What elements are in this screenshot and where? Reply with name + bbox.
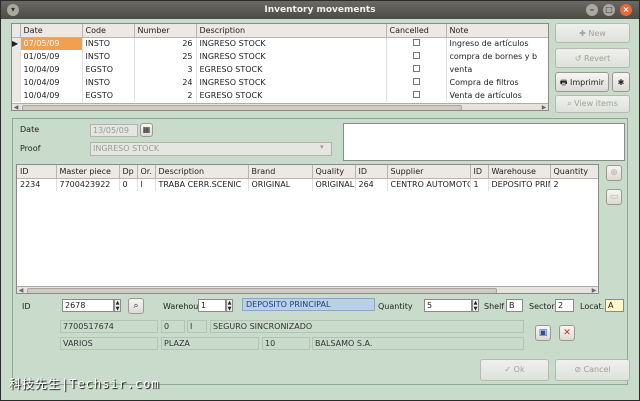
table-row[interactable]: 01/05/09 INSTO 25 INGRESO STOCK compra d… (12, 50, 548, 63)
id-label: ID (22, 302, 31, 311)
col-cancelled[interactable]: Cancelled (386, 24, 447, 38)
table-row[interactable]: 10/04/09 EGSTO 3 EGRESO STOCK venta (12, 63, 548, 76)
close-icon[interactable]: × (620, 4, 632, 16)
cancelled-checkbox[interactable] (412, 78, 420, 85)
col-code[interactable]: Code (82, 24, 135, 38)
note-textarea[interactable] (343, 123, 625, 161)
shelf-field[interactable]: B (506, 299, 523, 312)
quantity-field[interactable]: 5 (424, 299, 472, 312)
cancelled-checkbox[interactable] (412, 52, 420, 59)
date-label: Date (20, 125, 40, 134)
supplier-id-value: 10 (262, 337, 310, 350)
title-bar: ▾ Inventory movements – □ × (1, 1, 639, 19)
warehouse-name: DEPOSITO PRINCIPAL (242, 298, 375, 311)
cancelled-checkbox[interactable] (412, 65, 420, 72)
table-row[interactable]: ▶ 07/05/09 INSTO 26 INGRESO STOCK Ingres… (12, 37, 548, 50)
table-row[interactable]: 2234 7700423922 0 I TRABA CERR.SCENIC OR… (17, 178, 598, 191)
col-number[interactable]: Number (134, 24, 197, 38)
movement-detail-panel: Date 13/05/09 ▦ Proof INGRESO STOCK ▾ ID… (12, 118, 628, 385)
window-menu-icon[interactable]: ▾ (7, 4, 19, 16)
dp-value: 0 (161, 320, 185, 333)
tools-icon: ✱ (617, 78, 625, 87)
warehouse-label: Warehou (163, 302, 199, 311)
scroll-thumb[interactable] (22, 105, 462, 110)
col-description[interactable]: Description (196, 24, 387, 38)
proof-label: Proof (20, 144, 41, 153)
sector-field[interactable]: 2 (555, 299, 574, 312)
save-icon[interactable]: ▣ (535, 325, 551, 341)
cancelled-checkbox[interactable] (412, 91, 420, 98)
item-description-value: SEGURO SINCRONIZADO (210, 320, 524, 333)
locat-field[interactable]: A (605, 299, 624, 312)
table-row[interactable]: 10/04/09 INSTO 24 INGRESO STOCK Compra d… (12, 76, 548, 89)
scroll-left-icon[interactable]: ◀ (17, 287, 25, 293)
remove-item-icon[interactable]: ▭ (606, 189, 622, 205)
cancel-button[interactable]: ⊘ Cancel (555, 359, 630, 381)
inventory-window: ▾ Inventory movements – □ × Date Code Nu… (0, 0, 640, 401)
minimize-icon[interactable]: – (586, 4, 598, 16)
window-title: Inventory movements (264, 5, 376, 15)
quality-value: PLAZA (161, 337, 259, 350)
scroll-right-icon[interactable]: ▶ (590, 287, 598, 293)
id-field[interactable]: 2678 (62, 299, 114, 312)
supplier-name-value: BALSAMO S.A. (312, 337, 524, 350)
warehouse-spinner[interactable]: ▲ ▼ (226, 299, 233, 312)
print-icon: 🖶 (559, 78, 571, 87)
cancel-icon: ⊘ (574, 365, 584, 374)
locat-label: Locat. (580, 302, 605, 311)
items-table[interactable]: ID Master piece Dp Or. Description Brand… (16, 164, 599, 294)
quantity-spinner[interactable]: ▲ ▼ (472, 299, 479, 312)
proof-select[interactable]: INGRESO STOCK (90, 142, 332, 156)
date-field[interactable]: 13/05/09 (90, 124, 138, 137)
new-button[interactable]: ✚ New (555, 23, 630, 43)
master-piece-value: 7700517674 (60, 320, 158, 333)
cancelled-checkbox[interactable] (412, 39, 420, 47)
movements-hscrollbar[interactable]: ◀ ▶ (12, 103, 548, 110)
brand-value: VARIOS (60, 337, 158, 350)
movements-header-row: Date Code Number Description Cancelled N… (12, 24, 548, 38)
items-hscrollbar[interactable]: ◀ ▶ (17, 286, 598, 293)
movements-table[interactable]: Date Code Number Description Cancelled N… (11, 23, 549, 111)
quantity-label: Quantity (378, 302, 413, 311)
shelf-label: Shelf (484, 302, 505, 311)
revert-icon: ↺ (574, 54, 585, 63)
print-button[interactable]: 🖶 Imprimir (555, 72, 609, 92)
table-row[interactable]: 10/04/09 EGSTO 2 EGRESO STOCK Venta de a… (12, 89, 548, 102)
maximize-icon[interactable]: □ (603, 4, 615, 16)
ok-button[interactable]: ✓ Ok (480, 359, 549, 381)
or-value: I (187, 320, 207, 333)
view-items-button[interactable]: ⌕ View items (555, 95, 630, 113)
items-header-row: ID Master piece Dp Or. Description Brand… (17, 165, 598, 179)
new-icon: ✚ (579, 29, 589, 38)
col-date[interactable]: Date (20, 24, 83, 38)
sector-label: Sector (529, 302, 555, 311)
chevron-down-icon[interactable]: ▾ (320, 143, 324, 151)
ok-icon: ✓ (504, 365, 514, 374)
scroll-thumb[interactable] (27, 288, 497, 293)
row-pointer-icon: ▶ (12, 37, 21, 50)
watermark-text: 科技先生|Techsir.com (9, 377, 160, 391)
revert-button[interactable]: ↺ Revert (555, 48, 630, 68)
calendar-icon[interactable]: ▦ (140, 123, 153, 137)
scroll-right-icon[interactable]: ▶ (540, 104, 548, 110)
scroll-left-icon[interactable]: ◀ (12, 104, 20, 110)
warehouse-field[interactable]: 1 (198, 299, 226, 312)
search-icon[interactable]: ⌕ (128, 298, 144, 314)
tools-button[interactable]: ✱ (612, 72, 630, 92)
col-note[interactable]: Note (446, 24, 548, 38)
add-item-icon[interactable]: ⊕ (606, 165, 622, 181)
id-spinner[interactable]: ▲ ▼ (114, 299, 121, 312)
delete-icon[interactable]: ✕ (559, 325, 575, 341)
